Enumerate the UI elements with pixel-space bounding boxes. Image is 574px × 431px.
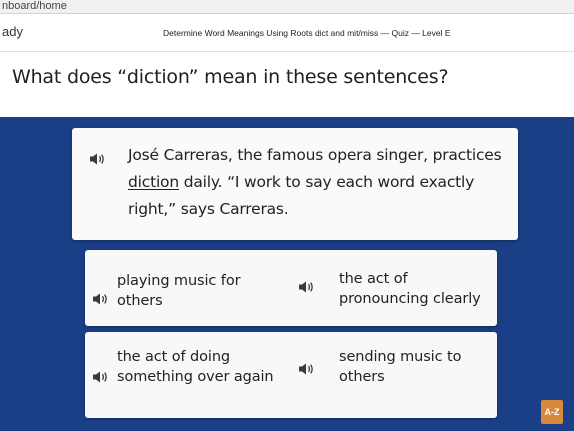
- answer-option-2[interactable]: the act of pronouncing clearly: [291, 250, 497, 326]
- answer-option-3[interactable]: the act of doing something over again: [85, 332, 291, 418]
- answer-label: the act of pronouncing clearly: [339, 271, 481, 307]
- speaker-icon[interactable]: [295, 278, 317, 296]
- speaker-icon[interactable]: [89, 368, 111, 386]
- answer-option-1[interactable]: playing music for others: [85, 250, 291, 326]
- speaker-icon[interactable]: [86, 150, 108, 168]
- answer-option-4[interactable]: sending music to others: [291, 332, 497, 418]
- speaker-icon[interactable]: [89, 290, 111, 308]
- az-level-icon[interactable]: A-Z: [541, 400, 563, 424]
- passage-card: José Carreras, the famous opera singer, …: [72, 128, 518, 240]
- answer-label: playing music for others: [117, 273, 241, 309]
- answer-row-1: playing music for others the act of pron…: [85, 250, 497, 326]
- answer-row-2: the act of doing something over again se…: [85, 332, 497, 418]
- speaker-icon[interactable]: [295, 360, 317, 378]
- question-text: What does “diction” mean in these senten…: [12, 66, 449, 88]
- quiz-header: ady Determine Word Meanings Using Roots …: [0, 14, 574, 52]
- passage-before: José Carreras, the famous opera singer, …: [128, 146, 502, 164]
- passage-text: José Carreras, the famous opera singer, …: [128, 142, 513, 223]
- browser-url: nboard/home: [0, 0, 574, 14]
- answer-label: the act of doing something over again: [117, 349, 274, 385]
- answer-label: sending music to others: [339, 349, 462, 385]
- quiz-title: Determine Word Meanings Using Roots dict…: [163, 28, 451, 38]
- passage-after: daily. “I work to say each word exactly …: [128, 173, 475, 218]
- header-left-text: ady: [2, 24, 23, 39]
- highlighted-word: diction: [128, 173, 179, 191]
